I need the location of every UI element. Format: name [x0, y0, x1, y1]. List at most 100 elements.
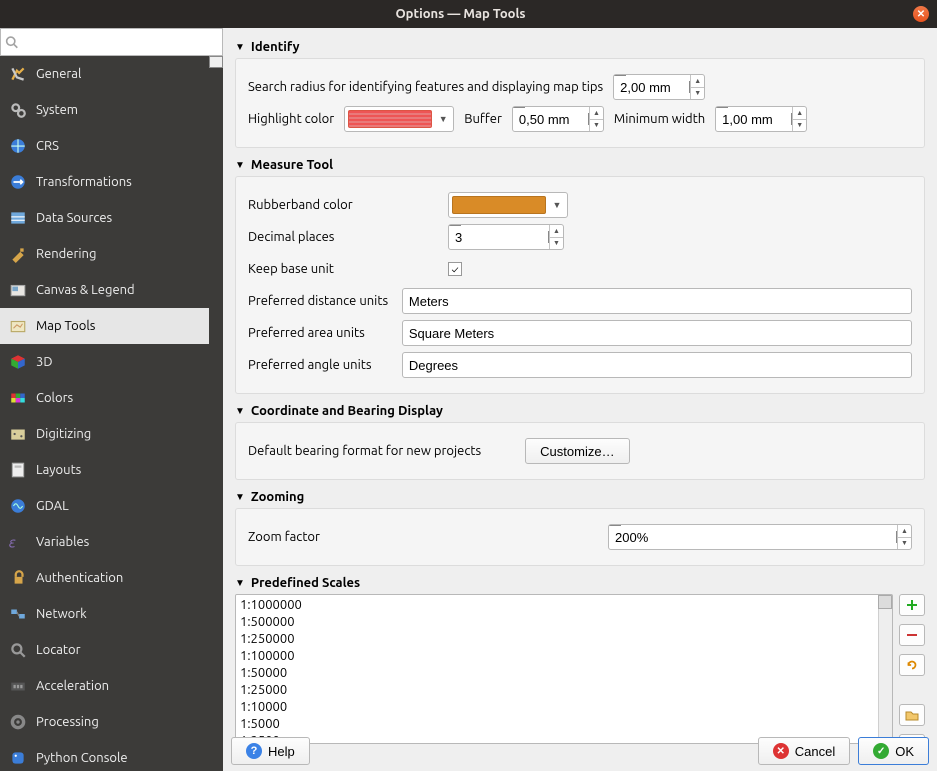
network-icon: [8, 604, 28, 624]
colors-icon: [8, 388, 28, 408]
scales-list[interactable]: 1:10000001:5000001:2500001:1000001:50000…: [235, 594, 893, 744]
remove-scale-button[interactable]: [899, 624, 925, 646]
scale-item[interactable]: 1:250000: [240, 631, 888, 648]
sidebar-item-label: Transformations: [36, 175, 132, 189]
sidebar-item-locator[interactable]: Locator: [0, 632, 223, 668]
cancel-button[interactable]: ✕ Cancel: [758, 737, 850, 765]
decimal-places-input[interactable]: [448, 224, 564, 250]
sidebar-item-label: System: [36, 103, 78, 117]
sidebar-item-label: General: [36, 67, 81, 81]
close-icon[interactable]: ✕: [913, 6, 929, 22]
sidebar-item-label: Network: [36, 607, 87, 621]
sidebar-item-3d[interactable]: 3D: [0, 344, 223, 380]
scale-item[interactable]: 1:10000: [240, 699, 888, 716]
spin-down-icon[interactable]: ▼: [690, 88, 704, 100]
spin-down-icon[interactable]: ▼: [897, 538, 911, 550]
help-icon: ?: [246, 743, 262, 759]
processing-icon: [8, 712, 28, 732]
sidebar-item-colors[interactable]: Colors: [0, 380, 223, 416]
chevron-down-icon: ▼: [550, 200, 564, 210]
spin-up-icon[interactable]: ▲: [897, 525, 911, 538]
sidebar-item-python-console[interactable]: Python Console: [0, 740, 223, 771]
sidebar-item-canvas-legend[interactable]: Canvas & Legend: [0, 272, 223, 308]
scale-item[interactable]: 1:5000: [240, 716, 888, 733]
add-scale-button[interactable]: [899, 594, 925, 616]
spin-up-icon[interactable]: ▲: [589, 107, 603, 120]
folder-icon: [905, 708, 919, 722]
search-input[interactable]: [18, 33, 218, 52]
sidebar-item-rendering[interactable]: Rendering: [0, 236, 223, 272]
layouts-icon: [8, 460, 28, 480]
spin-up-icon[interactable]: ▲: [792, 107, 806, 120]
sidebar-item-label: Map Tools: [36, 319, 95, 333]
caret-down-icon: ▼: [235, 41, 245, 53]
section-title: Coordinate and Bearing Display: [251, 404, 443, 418]
sidebar-item-authentication[interactable]: Authentication: [0, 560, 223, 596]
distance-units-label: Preferred distance units: [248, 294, 392, 308]
sidebar-item-processing[interactable]: Processing: [0, 704, 223, 740]
highlight-color-picker[interactable]: ▼: [344, 106, 454, 132]
sidebar-item-map-tools[interactable]: Map Tools: [0, 308, 223, 344]
section-scales-header[interactable]: ▼ Predefined Scales: [235, 572, 925, 594]
sidebar-item-network[interactable]: Network: [0, 596, 223, 632]
reset-scales-button[interactable]: [899, 654, 925, 676]
sidebar-item-digitizing[interactable]: Digitizing: [0, 416, 223, 452]
sidebar-search[interactable]: [0, 28, 223, 56]
scale-item[interactable]: 1:1000000: [240, 597, 888, 614]
rubberband-color-picker[interactable]: ▼: [448, 192, 568, 218]
map-tools-icon: [8, 316, 28, 336]
distance-units-select[interactable]: Meters: [402, 288, 912, 314]
highlight-color-label: Highlight color: [248, 112, 334, 126]
section-zoom-header[interactable]: ▼ Zooming: [235, 486, 925, 508]
sidebar-item-layouts[interactable]: Layouts: [0, 452, 223, 488]
customize-button[interactable]: Customize…: [525, 438, 629, 464]
footer: ? Help ✕ Cancel ✓ OK: [231, 737, 929, 765]
spin-down-icon[interactable]: ▼: [589, 120, 603, 132]
sidebar-item-transformations[interactable]: Transformations: [0, 164, 223, 200]
angle-units-select[interactable]: Degrees: [402, 352, 912, 378]
cancel-icon: ✕: [773, 743, 789, 759]
min-width-label: Minimum width: [614, 112, 705, 126]
scale-item[interactable]: 1:500000: [240, 614, 888, 631]
keep-base-unit-checkbox[interactable]: ✓: [448, 262, 462, 276]
ok-button[interactable]: ✓ OK: [858, 737, 929, 765]
sidebar-item-variables[interactable]: εVariables: [0, 524, 223, 560]
minus-icon: [905, 628, 919, 642]
help-button[interactable]: ? Help: [231, 737, 310, 765]
search-icon: [5, 35, 18, 49]
acceleration-icon: [8, 676, 28, 696]
import-scales-button[interactable]: [899, 704, 925, 726]
sidebar-item-crs[interactable]: CRS: [0, 128, 223, 164]
content: ▼ Identify Search radius for identifying…: [223, 28, 937, 771]
sidebar-item-acceleration[interactable]: Acceleration: [0, 668, 223, 704]
canvas-legend-icon: [8, 280, 28, 300]
caret-down-icon: ▼: [235, 491, 245, 503]
zoom-factor-input[interactable]: [608, 524, 912, 550]
sidebar-item-system[interactable]: System: [0, 92, 223, 128]
sidebar-item-label: Python Console: [36, 751, 128, 765]
scrollbar[interactable]: [209, 56, 223, 771]
spin-down-icon[interactable]: ▼: [549, 238, 563, 250]
sidebar-item-label: Variables: [36, 535, 89, 549]
scrollbar[interactable]: [878, 595, 892, 743]
transformations-icon: [8, 172, 28, 192]
sidebar-item-data-sources[interactable]: Data Sources: [0, 200, 223, 236]
sidebar-item-label: Processing: [36, 715, 99, 729]
spin-up-icon[interactable]: ▲: [549, 225, 563, 238]
section-identify-header[interactable]: ▼ Identify: [235, 36, 925, 58]
spin-down-icon[interactable]: ▼: [792, 120, 806, 132]
section-title: Predefined Scales: [251, 576, 360, 590]
sidebar-item-gdal[interactable]: GDAL: [0, 488, 223, 524]
scale-item[interactable]: 1:50000: [240, 665, 888, 682]
caret-down-icon: ▼: [235, 405, 245, 417]
spin-up-icon[interactable]: ▲: [690, 75, 704, 88]
section-coord-header[interactable]: ▼ Coordinate and Bearing Display: [235, 400, 925, 422]
sidebar-item-general[interactable]: General: [0, 56, 223, 92]
section-measure-header[interactable]: ▼ Measure Tool: [235, 154, 925, 176]
area-units-select[interactable]: Square Meters: [402, 320, 912, 346]
scale-item[interactable]: 1:25000: [240, 682, 888, 699]
scale-item[interactable]: 1:100000: [240, 648, 888, 665]
section-measure-body: Rubberband color ▼ Decimal places ▲▼ Kee…: [235, 176, 925, 394]
sidebar-item-label: Colors: [36, 391, 73, 405]
3d-icon: [8, 352, 28, 372]
